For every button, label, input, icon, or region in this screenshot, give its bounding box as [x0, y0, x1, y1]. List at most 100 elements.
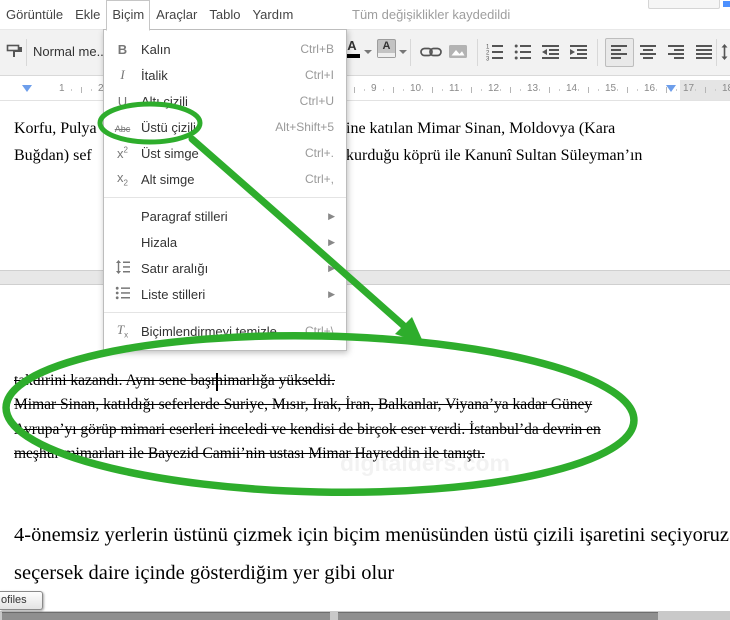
insert-link-icon[interactable] — [420, 43, 442, 66]
menu-item-shortcut: Ctrl+\ — [304, 324, 334, 338]
ruler-tick — [432, 87, 433, 93]
ruler-tick — [539, 89, 540, 91]
list-styles-icon — [104, 285, 141, 304]
menubar-item-tablo[interactable]: Tablo — [203, 0, 246, 31]
ruler-tick — [656, 89, 657, 91]
ruler-tick — [403, 89, 404, 91]
menu-separator — [104, 312, 346, 313]
ruler-tick — [393, 87, 394, 93]
align-justify-glyph — [696, 45, 712, 59]
note-line: seçersek daire içinde gösterdiğim yer gi… — [14, 562, 395, 584]
ruler-number: 16 — [644, 83, 656, 94]
submenu-arrow-icon: ▶ — [328, 236, 335, 247]
line-spacing-icon[interactable] — [721, 43, 730, 66]
decrease-indent-icon[interactable] — [542, 43, 560, 66]
line-spacing-icon — [104, 259, 141, 278]
menu-item-satir-araligi[interactable]: Satır aralığı ▶ — [104, 255, 346, 281]
align-center-button[interactable] — [634, 38, 663, 67]
numbered-list-icon[interactable]: 1 2 3 — [486, 43, 504, 66]
ruler-number: 14 — [566, 83, 578, 94]
menu-item-liste-stilleri[interactable]: Liste stilleri ▶ — [104, 281, 346, 307]
ruler-tick — [461, 89, 462, 91]
ruler-tick — [510, 87, 511, 93]
ruler-tick — [598, 89, 599, 91]
align-justify-button[interactable] — [690, 38, 719, 67]
menu-item-italik[interactable]: I İtalik Ctrl+I — [104, 62, 346, 88]
ruler-number: 17 — [683, 83, 695, 94]
taskbar-window-segment[interactable] — [2, 612, 330, 620]
ruler-number: 15 — [605, 83, 617, 94]
menu-item-kalin[interactable]: B Kalın Ctrl+B — [104, 36, 346, 62]
doc-paragraph1-line2-left: Buğdan) sef — [14, 147, 92, 164]
format-menu-dropdown: B Kalın Ctrl+B I İtalik Ctrl+I U Altı çizili Ctr… — [103, 29, 347, 351]
bulleted-list-icon[interactable] — [514, 43, 532, 66]
align-center-glyph — [640, 45, 656, 59]
clear-formatting-icon: Tx — [116, 322, 129, 340]
ruler-tick — [500, 89, 501, 91]
ruler-number: 13 — [527, 83, 539, 94]
menu-item-label: Üst simge — [141, 145, 199, 161]
menu-item-hizala[interactable]: Hizala ▶ — [104, 229, 346, 255]
ruler-tick — [364, 89, 365, 91]
line-spacing-glyph — [721, 44, 728, 60]
subscript-icon: x2 — [117, 170, 128, 188]
menubar-item-araçlar[interactable]: Araçlar — [150, 0, 203, 31]
menubar-item-yardım[interactable]: Yardım — [246, 0, 299, 31]
menubar-item-görüntüle[interactable]: Görüntüle — [0, 0, 69, 31]
annotation-arrow-head — [395, 317, 424, 344]
menubar-item-biçim[interactable]: Biçim — [106, 0, 151, 31]
text-color-caret-icon[interactable] — [364, 50, 372, 54]
menu-item-bicimlendirmeyi-temizle[interactable]: Tx Biçimlendirmeyi temizle Ctrl+\ — [104, 318, 346, 344]
menu-item-ustu-cizili[interactable]: Abc Üstü çizili Alt+Shift+5 — [104, 114, 346, 140]
share-button-edge[interactable] — [723, 1, 730, 7]
format-paint-icon[interactable] — [6, 43, 24, 66]
ruler-tick — [617, 89, 618, 91]
menu-item-paragraf-stilleri[interactable]: Paragraf stilleri ▶ — [104, 203, 346, 229]
taskbar-edge — [0, 611, 730, 620]
menu-item-shortcut: Ctrl+B — [300, 42, 334, 56]
increase-indent-icon[interactable] — [570, 43, 588, 66]
taskbar-window-segment[interactable] — [338, 612, 658, 620]
strikethrough-line: Mimar Sinan, katıldığı seferlerde Suriye… — [14, 396, 593, 413]
align-left-button[interactable] — [605, 38, 634, 67]
menu-item-alti-cizili[interactable]: U Altı çizili Ctrl+U — [104, 88, 346, 114]
ruler-tick — [637, 89, 638, 91]
italic-icon: I — [120, 67, 125, 82]
menu-item-label: Paragraf stilleri — [141, 208, 228, 224]
align-right-button[interactable] — [662, 38, 691, 67]
underline-icon: U — [117, 93, 128, 109]
right-indent-marker[interactable] — [666, 85, 676, 92]
image-glyph — [449, 45, 467, 58]
menu-item-shortcut: Ctrl+, — [304, 172, 334, 186]
paragraph-style-selector[interactable]: Normal me... — [33, 44, 107, 59]
ruler-tick — [91, 89, 92, 91]
toolbar-separator — [410, 39, 411, 66]
doc-paragraph1-line1-right: ine katılan Mimar Sinan, Moldovya (Kara — [346, 120, 616, 137]
doc-paragraph1-line2-right: kurduğu köprü ile Kanunî Sultan Süleyman… — [346, 147, 643, 164]
insert-image-icon[interactable] — [448, 43, 468, 66]
menu-item-label: Üstü çizili — [141, 119, 196, 135]
strikethrough-line: meşhur mimarları ile Bayezid Camii’nin u… — [14, 445, 485, 462]
left-indent-marker[interactable] — [22, 85, 32, 92]
menu-item-alt-simge[interactable]: x2 Alt simge Ctrl+, — [104, 166, 346, 192]
ruler-tick — [627, 87, 628, 93]
highlight-caret-icon[interactable] — [399, 50, 407, 54]
menubar-item-ekle[interactable]: Ekle — [69, 0, 106, 31]
menu-item-label: Satır aralığı — [141, 260, 209, 276]
ruler-tick — [481, 89, 482, 91]
numbered-list-glyph: 1 2 3 — [486, 45, 503, 63]
strikethrough-icon: Abc — [114, 123, 131, 134]
bold-icon: B — [117, 41, 128, 57]
ruler-tick — [71, 89, 72, 91]
comments-button-edge[interactable] — [648, 0, 720, 9]
toolbar-separator — [26, 39, 27, 66]
ruler-tick — [81, 87, 82, 93]
doc-paragraph1-line1-left: Korfu, Pulya — [14, 120, 97, 137]
highlight-color-icon[interactable]: A — [377, 39, 396, 58]
save-status-text: Tüm değişiklikler kaydedildi — [352, 7, 511, 22]
toolbar-separator — [716, 39, 717, 66]
ruler-tick — [715, 89, 716, 91]
ruler-tick — [705, 87, 706, 93]
menu-item-ust-simge[interactable]: x2 Üst simge Ctrl+. — [104, 140, 346, 166]
ruler-number: 12 — [488, 83, 500, 94]
